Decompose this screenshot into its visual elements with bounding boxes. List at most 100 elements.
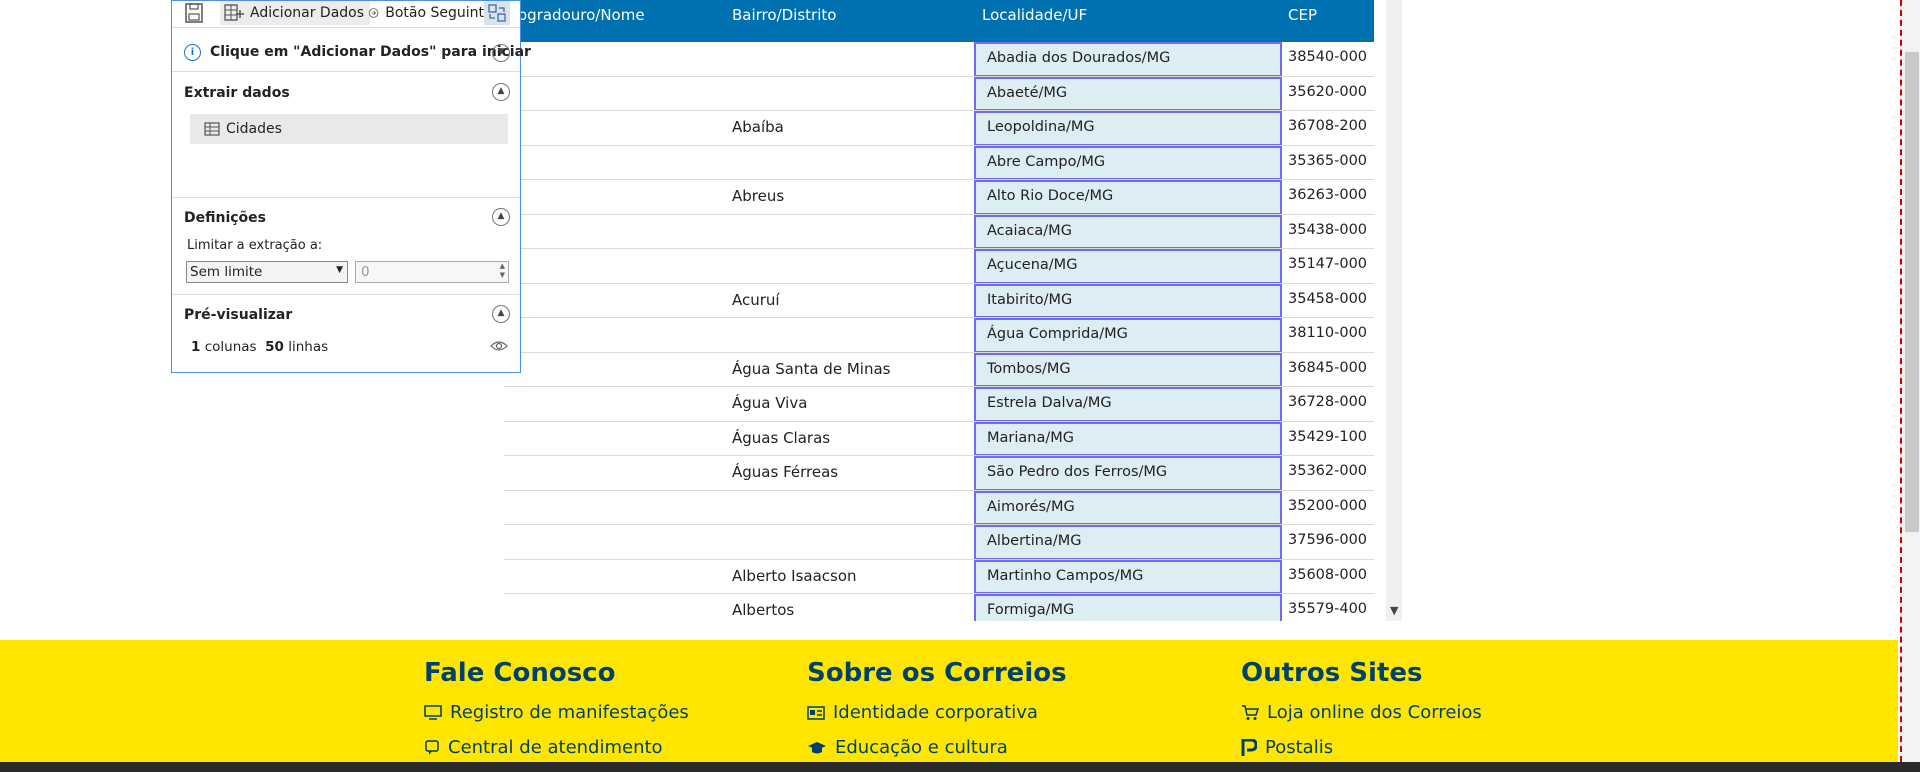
cell-cep: 35438-000 [1288,221,1368,238]
cell-localidade[interactable]: Leopoldina/MG [974,111,1282,145]
table-row: Acaiaca/MG 35438-000 [504,214,1374,249]
cell-localidade[interactable]: Abaeté/MG [974,76,1282,110]
preview-title: Pré-visualizar [184,307,293,323]
table-row: Abreus Alto Rio Doce/MG 36263-000 [504,180,1374,215]
table-row: Albertina/MG 37596-000 [504,525,1374,560]
add-data-button[interactable]: Adicionar Dados [220,1,371,25]
cell-localidade[interactable]: Estrela Dalva/MG [974,387,1282,421]
columns-label: colunas [204,339,257,355]
columns-count: 1 [191,339,201,355]
cell-bairro: Águas Férreas [732,463,839,481]
page-scrollbar[interactable] [1900,0,1920,762]
cell-cep: 37596-000 [1288,532,1368,548]
save-icon [185,3,203,23]
eye-icon[interactable] [490,339,508,353]
preview-section: Pré-visualizar ▲ 1 colunas 50 linhas [172,295,520,372]
save-button[interactable] [184,1,204,25]
preview-chevron-up-icon[interactable]: ▲ [492,305,510,323]
footer-link-identity[interactable]: Identidade corporativa [807,702,1067,723]
cell-cep: 36728-000 [1288,394,1368,410]
monitor-icon [424,704,442,720]
taskbar [0,762,1920,772]
info-text: Clique em "Adicionar Dados" para iniciar [210,44,531,60]
panel-toolbar: Adicionar Dados Botão Seguint [172,1,520,28]
header-cep[interactable]: CEP [1288,6,1317,24]
dropdown-arrow-icon: ▼ [336,265,343,275]
cell-cep: 35429-100 [1288,428,1368,445]
table-row: Albertos Formiga/MG 35579-400 [504,594,1374,621]
table-scrollbar[interactable] [1386,0,1402,621]
info-chevron-down-icon[interactable]: ▼ [492,44,510,62]
cell-cep: 35458-000 [1288,290,1368,307]
cell-bairro: Albertos [732,601,795,619]
footer-link-postalis[interactable]: Postalis [1241,737,1482,758]
extract-section: Extrair dados ▲ Cidades [172,72,520,198]
footer-link-label: Postalis [1265,737,1334,758]
limit-label: Limitar a extração a: [187,238,323,253]
info-section: i Clique em "Adicionar Dados" para inici… [172,37,531,72]
footer-link-label: Central de atendimento [448,737,663,758]
help-chat-icon [425,739,439,755]
footer-link-online-store[interactable]: Loja online dos Correios [1241,702,1482,723]
table-row: Abaíba Leopoldina/MG 36708-200 [504,111,1374,146]
footer-link-label: Registro de manifestações [450,702,689,723]
footer-link-manifestations[interactable]: Registro de manifestações [424,702,689,723]
pagination-icon [488,4,506,22]
pagination-button[interactable] [484,1,510,25]
cell-localidade[interactable]: Tombos/MG [974,352,1282,386]
footer-link-education[interactable]: Educação e cultura [807,737,1067,758]
cell-cep: 35200-000 [1288,497,1368,514]
next-button[interactable]: Botão Seguint [368,1,484,25]
page-scroll-thumb[interactable] [1905,52,1919,532]
footer: Fale Conosco Registro de manifestações C… [0,640,1898,772]
settings-chevron-up-icon[interactable]: ▲ [492,208,510,226]
table-header: ogradouro/Nome Bairro/Distrito Localidad… [504,0,1374,42]
limit-number-input[interactable]: 0 ▲ ▼ [355,261,509,283]
stepper-arrows-icon[interactable]: ▲ ▼ [500,262,505,280]
cell-localidade[interactable]: Formiga/MG [974,594,1282,621]
cell-localidade[interactable]: Albertina/MG [974,525,1282,559]
extract-item-label: Cidades [226,121,282,137]
table-row: Aimorés/MG 35200-000 [504,490,1374,525]
cell-cep: 38540-000 [1288,49,1368,65]
cell-localidade[interactable]: Abadia dos Dourados/MG [974,42,1282,76]
table-row: Água Comprida/MG 38110-000 [504,318,1374,353]
table-row: Abaeté/MG 35620-000 [504,76,1374,111]
cell-localidade[interactable]: Acaiaca/MG [974,214,1282,248]
table-row: Acuruí Itabirito/MG 35458-000 [504,283,1374,318]
cell-localidade[interactable]: Mariana/MG [974,421,1282,455]
limit-number-value: 0 [361,264,370,280]
header-logradouro[interactable]: ogradouro/Nome [518,6,645,24]
extraction-panel: Adicionar Dados Botão Seguint i Clique e… [171,0,531,373]
limit-select[interactable]: Sem limite ▼ [186,261,348,283]
scroll-down-arrow-icon[interactable]: ▼ [1390,604,1398,617]
footer-col-other-sites: Outros Sites Loja online dos Correios Po… [1241,658,1482,758]
table-row: Água Santa de Minas Tombos/MG 36845-000 [504,352,1374,387]
cell-localidade[interactable]: Alto Rio Doce/MG [974,180,1282,214]
table-icon [204,122,220,136]
extract-item-cities[interactable]: Cidades [190,114,508,144]
cell-localidade[interactable]: São Pedro dos Ferros/MG [974,456,1282,490]
footer-title-contact: Fale Conosco [424,658,616,688]
cell-localidade[interactable]: Itabirito/MG [974,283,1282,317]
cell-localidade[interactable]: Aimorés/MG [974,490,1282,524]
next-button-label: Botão Seguint [385,5,484,21]
cell-localidade[interactable]: Açucena/MG [974,249,1282,283]
postalis-logo-icon [1241,738,1257,756]
cell-bairro: Abreus [732,187,785,205]
table-row: Água Viva Estrela Dalva/MG 36728-000 [504,387,1374,422]
add-data-icon [224,4,244,21]
footer-link-service-center[interactable]: Central de atendimento [424,737,689,758]
cell-localidade[interactable]: Abre Campo/MG [974,145,1282,179]
footer-link-label: Identidade corporativa [833,702,1038,723]
header-localidade[interactable]: Localidade/UF [982,6,1087,24]
extract-chevron-up-icon[interactable]: ▲ [492,83,510,101]
footer-col-contact: Fale Conosco Registro de manifestações C… [424,658,689,758]
cell-localidade[interactable]: Água Comprida/MG [974,318,1282,352]
cell-localidade[interactable]: Martinho Campos/MG [974,559,1282,593]
footer-title-other-sites: Outros Sites [1241,658,1423,688]
limit-select-value: Sem limite [190,264,263,280]
cell-bairro: Água Viva [732,394,808,412]
settings-section: Definições ▲ Limitar a extração a: Sem l… [172,198,520,295]
header-bairro[interactable]: Bairro/Distrito [732,6,836,24]
